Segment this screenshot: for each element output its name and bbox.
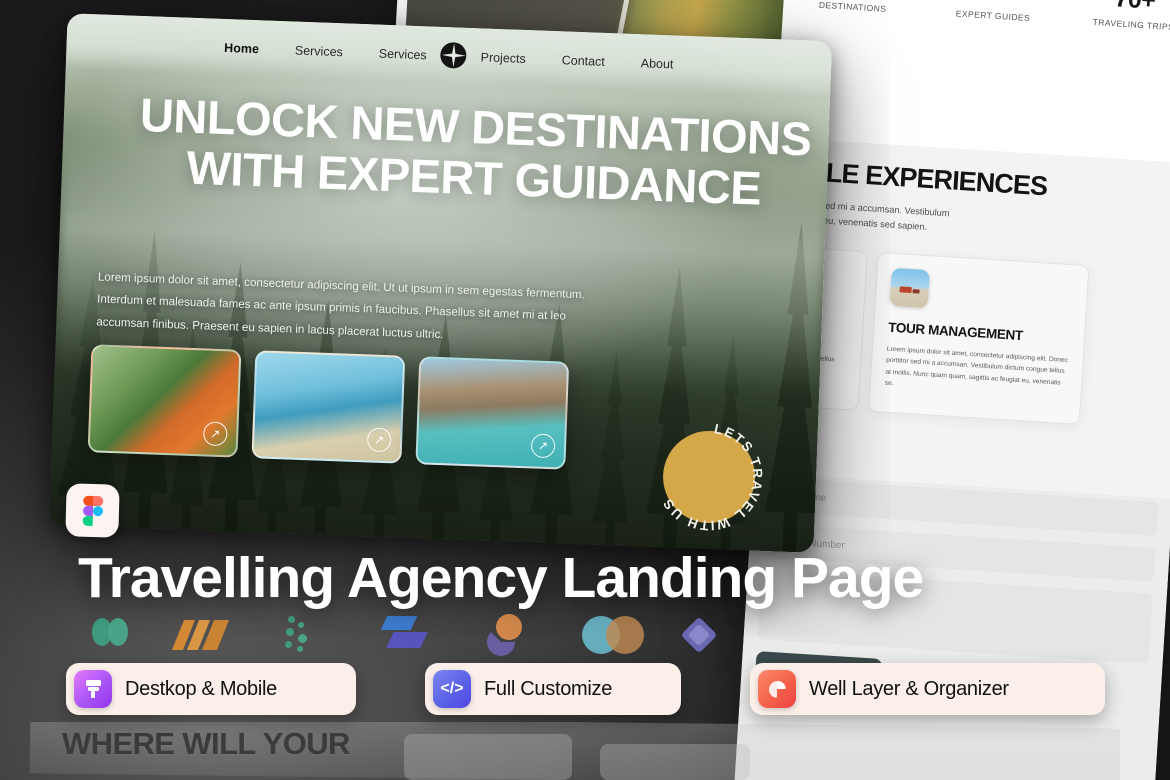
feature-pill-desktop-mobile[interactable]: Destkop & Mobile xyxy=(66,663,356,715)
beach-cove-card[interactable]: ↗ xyxy=(251,350,406,464)
tour-thumbnail-image xyxy=(889,267,930,309)
feature-pill-full-customize[interactable]: </> Full Customize xyxy=(425,663,681,715)
tour-card-body: Lorem ipsum dolor sit amet, consectetur … xyxy=(884,345,1069,388)
feature-pill-label: Well Layer & Organizer xyxy=(809,677,1009,700)
thumbnail-boat-shape xyxy=(899,286,912,294)
badge-circular-text: LETS TRAVEL WITH US xyxy=(658,420,766,534)
feature-pill-label: Destkop & Mobile xyxy=(125,677,277,700)
bottom-peek-heading: WHERE WILL YOUR xyxy=(62,726,350,761)
lets-travel-with-us-badge[interactable]: LETS TRAVEL WITH US xyxy=(652,420,766,534)
peek-box-2 xyxy=(600,744,750,780)
nav-item-services-1[interactable]: Services xyxy=(295,44,343,60)
tour-card-title: TOUR MANAGEMENT xyxy=(887,319,1024,344)
badge-text: LETS TRAVEL WITH US xyxy=(658,420,766,534)
arrow-up-right-icon[interactable]: ↗ xyxy=(202,421,228,447)
nav-item-about[interactable]: About xyxy=(641,56,674,71)
layers-pie-icon xyxy=(758,670,796,708)
destination-cards: ↗ ↗ ↗ xyxy=(87,344,570,470)
nav-item-projects[interactable]: Projects xyxy=(480,50,526,66)
feature-pill-well-layer[interactable]: Well Layer & Organizer xyxy=(750,663,1105,715)
arrow-up-right-icon[interactable]: ↗ xyxy=(530,433,556,459)
nav-item-home[interactable]: Home xyxy=(224,41,259,56)
tour-management-card[interactable]: TOUR MANAGEMENT Lorem ipsum dolor sit am… xyxy=(867,251,1090,425)
nav-links-right: Projects Contact About xyxy=(480,48,673,71)
feature-pills-row: Destkop & Mobile </> Full Customize Well… xyxy=(0,663,1170,721)
thumbnail-boat-shape-2 xyxy=(912,289,920,294)
turquoise-lake-card[interactable]: ↗ xyxy=(415,356,570,470)
nav-item-contact[interactable]: Contact xyxy=(561,53,605,69)
svg-text:LETS TRAVEL WITH US: LETS TRAVEL WITH US xyxy=(658,420,766,534)
feature-pill-label: Full Customize xyxy=(484,677,613,700)
figma-logo-icon xyxy=(82,495,103,526)
orange-grove-card[interactable]: ↗ xyxy=(87,344,242,458)
code-brackets-icon: </> xyxy=(433,670,471,708)
product-title: Travelling Agency Landing Page xyxy=(78,546,924,610)
hero-landing-page-mock: Home Services Services Projects Contact … xyxy=(48,13,833,553)
nav-links-left: Home Services Services xyxy=(224,39,427,62)
stat-number: 70+ xyxy=(1075,0,1170,16)
stat-number: 60+ xyxy=(935,0,1055,7)
peek-box-1 xyxy=(404,734,572,780)
arrow-up-right-icon[interactable]: ↗ xyxy=(366,427,392,453)
screenshot-stage: 100+ DESTINATIONS 60+ EXPERT GUIDES 70+ … xyxy=(0,0,1170,780)
figma-glyph-icon xyxy=(74,670,112,708)
figma-logo-badge xyxy=(65,483,120,538)
four-point-star-icon[interactable] xyxy=(440,41,468,69)
title-band: Travelling Agency Landing Page xyxy=(0,545,1170,655)
nav-item-services-2[interactable]: Services xyxy=(379,47,427,63)
